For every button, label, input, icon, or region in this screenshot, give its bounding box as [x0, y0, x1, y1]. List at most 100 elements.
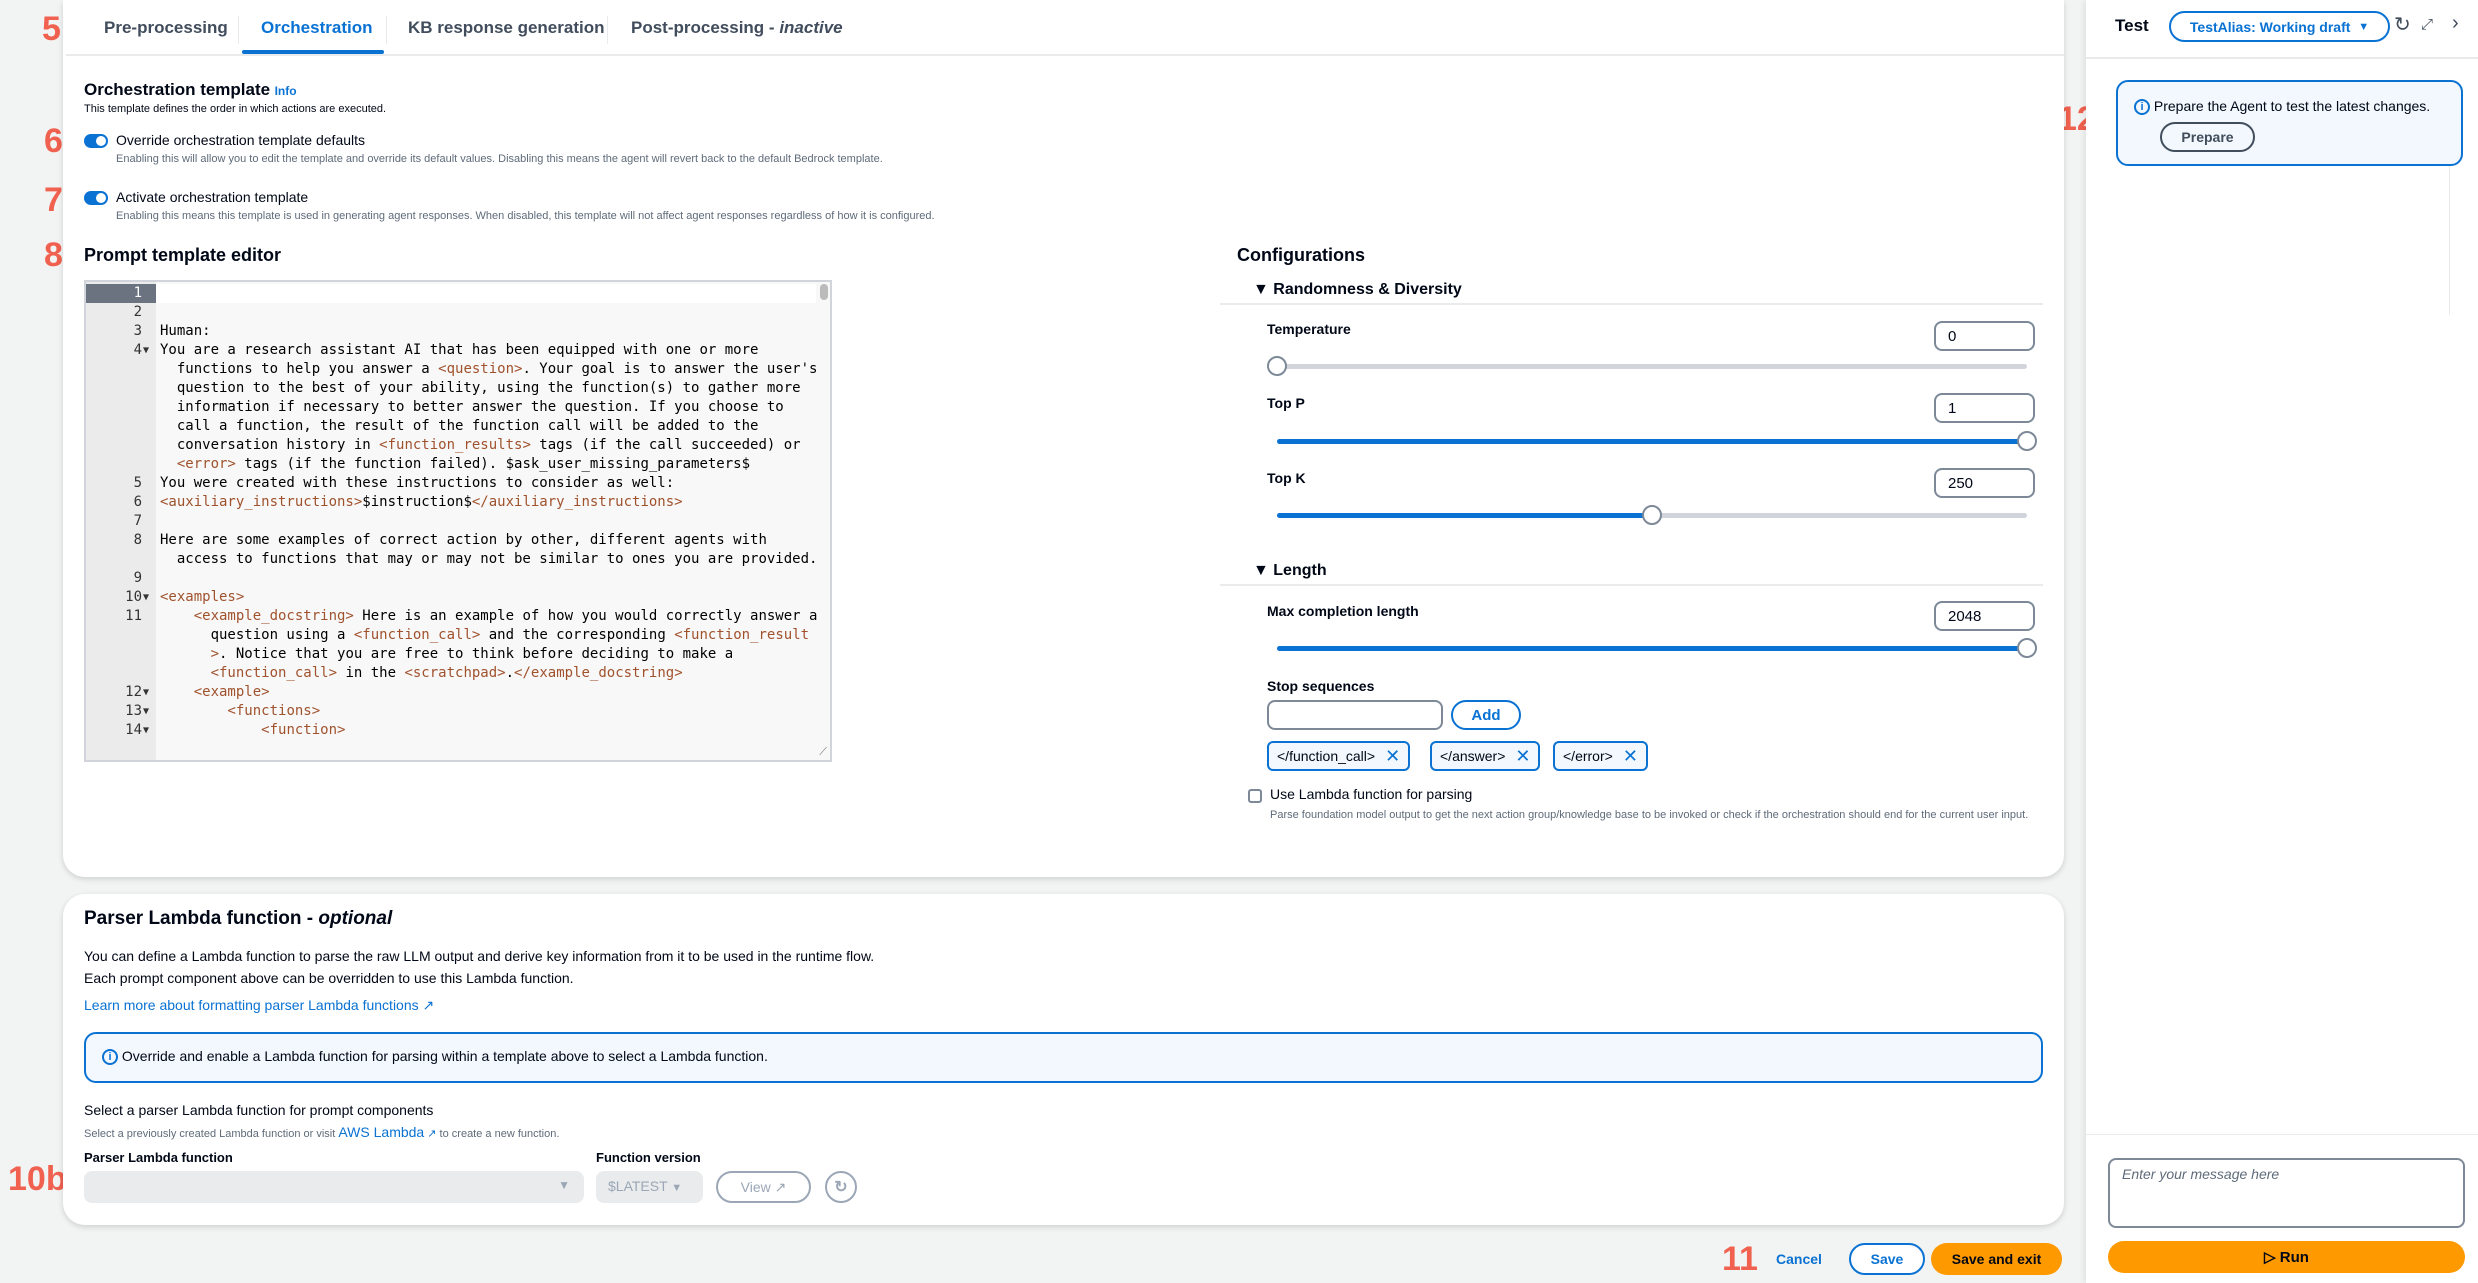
tab-orchestration[interactable]: Orchestration [261, 18, 372, 38]
editor-line[interactable]: >. Notice that you are free to think bef… [86, 645, 816, 664]
close-icon[interactable]: ✕ [1385, 746, 1400, 767]
lambda-parsing-label: Use Lambda function for parsing [1270, 786, 1473, 802]
tab-post-processing[interactable]: Post-processing - inactive [631, 18, 843, 38]
chat-scrollbar[interactable] [2449, 165, 2450, 315]
tab-kb-response-generation[interactable]: KB response generation [408, 18, 605, 38]
editor-line[interactable]: 6 <auxiliary_instructions>$instruction$</… [86, 493, 816, 512]
editor-line[interactable]: 14 ▼ <function> [86, 721, 816, 740]
close-icon[interactable]: ✕ [1515, 746, 1530, 767]
chip-label: </error> [1563, 748, 1613, 764]
learn-more-link[interactable]: Learn more about formatting parser Lambd… [84, 997, 434, 1014]
editor-line[interactable]: 11 <example_docstring> Here is an exampl… [86, 607, 817, 626]
slider-thumb[interactable] [2017, 431, 2037, 451]
top-k-input[interactable]: 250 [1934, 468, 2035, 498]
xml-tag: <question> [438, 361, 523, 377]
editor-line[interactable]: 3 Human: [86, 322, 816, 341]
resize-handle-icon[interactable]: ⟋ [819, 745, 827, 759]
run-button[interactable]: ▷ Run [2108, 1241, 2465, 1273]
top-p-slider[interactable] [1277, 431, 2037, 451]
top-p-input[interactable]: 1 [1934, 393, 2035, 423]
info-link[interactable]: Info [275, 84, 297, 98]
fold-icon[interactable]: ▼ [143, 588, 149, 607]
editor-line[interactable]: 9 [86, 569, 816, 588]
override-toggle[interactable] [84, 134, 108, 148]
lambda-parsing-checkbox[interactable] [1248, 789, 1262, 803]
editor-title: Prompt template editor [84, 245, 282, 265]
refresh-icon[interactable]: ↻ [2394, 12, 2411, 37]
activate-toggle[interactable] [84, 191, 108, 205]
chevron-right-icon[interactable]: › [2452, 12, 2459, 35]
refresh-icon[interactable]: ↻ [825, 1171, 857, 1203]
fold-icon[interactable]: ▼ [143, 341, 149, 360]
max-length-input[interactable]: 2048 [1934, 601, 2035, 631]
close-icon[interactable]: ✕ [1623, 746, 1638, 767]
stop-sequence-input[interactable] [1267, 700, 1443, 730]
save-button[interactable]: Save [1849, 1243, 1925, 1275]
parser-function-select[interactable]: ▼ [84, 1171, 584, 1203]
slider-thumb[interactable] [2017, 638, 2037, 658]
parser-description-2: Each prompt component above can be overr… [84, 970, 574, 986]
parser-title: Parser Lambda function - optional [84, 908, 392, 930]
section-title: Randomness & Diversity [1273, 281, 1462, 298]
alias-dropdown[interactable]: TestAlias: Working draft ▼ [2169, 11, 2390, 42]
tab-separator [386, 16, 387, 44]
info-icon: i [2134, 99, 2150, 116]
editor-line[interactable]: 4 ▼ You are a research assistant AI that h… [86, 341, 816, 360]
config-title: Configurations [1237, 245, 1365, 265]
message-input[interactable]: Enter your message here [2108, 1158, 2465, 1228]
fold-icon[interactable]: ▼ [143, 683, 149, 702]
editor-line[interactable]: conversation history in <function_result… [86, 436, 816, 455]
slider-fill [1277, 646, 2027, 651]
editor-line[interactable]: <error> tags (if the function failed). $… [86, 455, 816, 474]
editor-line[interactable]: <function_call> in the <scratchpad>.</ex… [86, 664, 816, 683]
editor-line[interactable]: call a function, the result of the funct… [86, 417, 816, 436]
fold-icon[interactable]: ▼ [143, 721, 149, 740]
tab-pre-processing[interactable]: Pre-processing [104, 18, 228, 38]
expand-icon[interactable]: ⤢ [2421, 16, 2433, 33]
save-and-exit-button[interactable]: Save and exit [1931, 1243, 2062, 1275]
line-code: >. Notice that you are free to think bef… [160, 645, 734, 664]
prepare-button[interactable]: Prepare [2160, 122, 2255, 152]
line-number: 5 [133, 475, 142, 491]
editor-line[interactable]: information if necessary to better answe… [86, 398, 816, 417]
length-section-header[interactable]: ▼ Length [1253, 562, 1327, 580]
editor-line[interactable]: 10 ▼ <examples> [86, 588, 816, 607]
top-k-slider[interactable] [1277, 505, 2027, 525]
editor-line[interactable]: 1 [86, 284, 816, 303]
editor-line[interactable]: functions to help you answer a <question… [86, 360, 818, 379]
function-version-select[interactable]: $LATEST ▼ [596, 1171, 703, 1203]
cancel-button[interactable]: Cancel [1776, 1251, 1822, 1267]
slider-thumb[interactable] [1642, 505, 1662, 525]
editor-line[interactable]: 13 ▼ <functions> [86, 702, 816, 721]
code-text: tags (if the function failed). $ask_user… [235, 456, 751, 472]
editor-line[interactable]: question to the best of your ability, us… [86, 379, 816, 398]
editor-line[interactable]: 2 [86, 303, 816, 322]
editor-scrollbar[interactable] [820, 284, 828, 300]
fold-icon[interactable]: ▼ [143, 702, 149, 721]
editor-line[interactable]: 7 [86, 512, 816, 531]
editor-line[interactable]: 5 You were created with these instruction… [86, 474, 816, 493]
temperature-input[interactable]: 0 [1934, 321, 2035, 351]
max-length-label: Max completion length [1267, 603, 1419, 619]
code-text: question to the best of your ability, us… [160, 380, 801, 396]
view-function-button[interactable]: View ↗ [716, 1171, 811, 1203]
editor-line[interactable]: question using a <function_call> and the… [86, 626, 816, 645]
editor-line[interactable]: access to functions that may or may not … [86, 550, 818, 569]
top-k-label: Top K [1267, 470, 1306, 486]
add-stop-sequence-button[interactable]: Add [1451, 700, 1521, 730]
top-p-label: Top P [1267, 395, 1305, 411]
line-code: You are a research assistant AI that has… [160, 341, 758, 360]
code-text: call a function, the result of the funct… [160, 418, 759, 434]
editor-line[interactable]: 8 Here are some examples of correct actio… [86, 531, 816, 550]
prompt-template-editor[interactable]: 1 2 3 Human: 4 ▼ You are a research assistant … [84, 280, 832, 762]
slider-thumb[interactable] [1267, 356, 1287, 376]
editor-line[interactable]: 12 ▼ <example> [86, 683, 816, 702]
desc-text: Select a previously created Lambda funct… [84, 1128, 339, 1140]
xml-tag: <function_call> [210, 665, 338, 681]
randomness-section-header[interactable]: ▼ Randomness & Diversity [1253, 281, 1462, 299]
alert-text: Prepare the Agent to test the latest cha… [2153, 98, 2431, 114]
max-length-slider[interactable] [1277, 638, 2037, 658]
aws-lambda-link[interactable]: AWS Lambda [338, 1124, 424, 1140]
temperature-slider[interactable] [1267, 356, 2027, 376]
